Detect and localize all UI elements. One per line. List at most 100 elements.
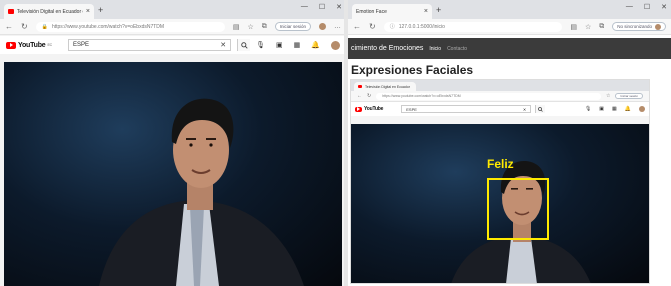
tab-emotion-face[interactable]: Emotion Face × [352, 4, 432, 19]
new-tab-icon[interactable]: + [436, 5, 441, 15]
reader-icon[interactable]: ▤ [233, 23, 240, 31]
youtube-header: YouTube EC ESPE ✕ 🎙 ▣ ▦ 🔔 [0, 36, 346, 54]
country-code: EC [47, 43, 53, 47]
sync-label: No sincronizando [617, 24, 652, 29]
refresh-icon[interactable]: ↻ [21, 22, 28, 31]
window-controls: — ☐ ✕ [626, 3, 667, 11]
window-controls: — ☐ ✕ [301, 3, 342, 11]
youtube-favicon-icon [8, 9, 14, 14]
close-window-icon[interactable]: ✕ [336, 3, 342, 11]
inner-youtube-logo: YouTube [355, 106, 383, 112]
close-tab-icon[interactable]: × [424, 8, 428, 15]
mic-icon: 🎙 [584, 106, 592, 112]
new-tab-icon[interactable]: + [98, 5, 103, 15]
youtube-logo[interactable]: YouTube EC [6, 41, 53, 49]
signin-button[interactable]: Iniciar sesión [274, 22, 311, 31]
url-text: 127.0.0.1:5000/inicio [398, 23, 445, 30]
inner-youtube-header: YouTube ESPE ✕ 🎙 ▣ ▦ 🔔 [351, 102, 649, 116]
inner-url-text: https://www.youtube.com/watch?v=oEbxdsN7… [382, 94, 461, 98]
url-text: https://www.youtube.com/watch?v=oEbxdsN7… [51, 23, 165, 30]
left-browser-window: Televisión Digital en Ecuador en ... × +… [0, 0, 346, 286]
detection-video: Feliz [351, 124, 649, 283]
app-brand[interactable]: cimiento de Emociones [351, 45, 423, 52]
minimize-icon[interactable]: — [301, 3, 308, 11]
favorite-icon[interactable]: ☆ [585, 23, 591, 31]
face-detection-box [487, 178, 549, 240]
tab-title: Emotion Face [356, 8, 387, 15]
sync-status-button[interactable]: No sincronizando [612, 22, 666, 31]
inner-tab: Televisión Digital en Ecuador en ... [354, 82, 416, 91]
close-window-icon[interactable]: ✕ [661, 3, 667, 11]
more-icon[interactable]: … [334, 23, 341, 30]
refresh-icon[interactable]: ↻ [369, 22, 376, 31]
inner-youtube-icons: 🎙 ▣ ▦ 🔔 [585, 106, 645, 112]
bell-icon: 🔔 [624, 106, 631, 112]
address-bar: ← ↻ ⓘ 127.0.0.1:5000/inicio ▤ ☆ ⧉ No sin… [348, 19, 671, 35]
info-icon: ⓘ [389, 24, 395, 30]
collections-icon[interactable]: ⧉ [599, 23, 604, 31]
video-player[interactable] [4, 62, 342, 286]
inner-star-icon: ☆ [606, 93, 611, 99]
tab-title: Televisión Digital en Ecuador en ... [16, 8, 83, 15]
inner-refresh-icon: ↻ [367, 93, 372, 99]
page-title: Expresiones Faciales [351, 63, 474, 77]
address-bar: ← ↻ 🔒 https://www.youtube.com/watch?v=oE… [0, 19, 346, 35]
search-value: ESPE [72, 42, 89, 48]
minimize-icon[interactable]: — [626, 3, 633, 11]
nav-link-contacto[interactable]: Contacto [447, 46, 467, 52]
nav-link-inicio[interactable]: Inicio [429, 46, 441, 52]
inner-signin-pill: Iniciar sesión [615, 93, 643, 99]
youtube-play-icon [355, 106, 362, 112]
close-tab-icon[interactable]: × [86, 8, 90, 15]
youtube-favicon-icon [358, 85, 362, 88]
youtube-header-icons: 🎙 ▣ ▦ 🔔 [256, 40, 340, 50]
favorite-icon[interactable]: ☆ [247, 23, 253, 31]
inner-tab-title: Televisión Digital en Ecuador en ... [365, 84, 411, 89]
inner-avatar [639, 106, 645, 112]
reader-icon[interactable]: ▤ [570, 23, 577, 31]
youtube-logo-text: YouTube [18, 41, 46, 49]
back-icon[interactable]: ← [5, 22, 13, 31]
maximize-icon[interactable]: ☐ [319, 3, 325, 11]
tab-strip: Emotion Face × + — ☐ ✕ [348, 0, 671, 19]
apps-icon[interactable]: ▦ [294, 41, 301, 49]
collections-icon[interactable]: ⧉ [262, 23, 267, 31]
url-field[interactable]: ⓘ 127.0.0.1:5000/inicio [383, 21, 563, 32]
tab-strip: Televisión Digital en Ecuador en ... × +… [0, 0, 346, 19]
inner-youtube-logo-text: YouTube [364, 106, 384, 112]
create-icon: ▣ [599, 106, 605, 112]
url-field[interactable]: 🔒 https://www.youtube.com/watch?v=oEbxds… [35, 21, 225, 32]
search-icon [240, 41, 248, 49]
create-icon[interactable]: ▣ [276, 41, 283, 49]
search-icon [538, 106, 544, 112]
person-video-frame [99, 98, 304, 286]
inner-clear-icon: ✕ [522, 106, 527, 112]
bell-icon[interactable]: 🔔 [311, 41, 320, 49]
youtube-search-input[interactable]: ESPE ✕ [67, 39, 232, 51]
youtube-avatar[interactable] [331, 40, 340, 50]
screen: Televisión Digital en Ecuador en ... × +… [0, 0, 671, 286]
search-button[interactable] [237, 39, 251, 51]
inner-search-value: ESPE [406, 106, 417, 112]
signin-label: Iniciar sesión [279, 24, 306, 29]
right-browser-window: Emotion Face × + — ☐ ✕ ← ↻ ⓘ 127.0.0.1:5… [348, 0, 671, 286]
captured-browser-view: Televisión Digital en Ecuador en ... ← ↻… [350, 79, 650, 284]
app-navbar: cimiento de Emociones Inicio Contacto [348, 38, 671, 59]
profile-avatar [655, 23, 661, 30]
maximize-icon[interactable]: ☐ [644, 3, 650, 11]
inner-address-bar: ← ↻ https://www.youtube.com/watch?v=oEbx… [351, 91, 649, 102]
clear-search-icon[interactable]: ✕ [220, 41, 226, 49]
mic-icon[interactable]: 🎙 [256, 41, 265, 49]
inner-back-icon: ← [357, 93, 362, 99]
lock-icon: 🔒 [41, 23, 48, 30]
back-icon[interactable]: ← [353, 22, 361, 31]
youtube-play-icon [6, 41, 16, 49]
inner-url-field: https://www.youtube.com/watch?v=oEbxdsN7… [376, 92, 601, 100]
apps-icon: ▦ [612, 106, 617, 112]
inner-signin-label: Iniciar sesión [620, 94, 638, 98]
inner-tab-strip: Televisión Digital en Ecuador en ... [351, 80, 649, 91]
tab-youtube[interactable]: Televisión Digital en Ecuador en ... × [4, 4, 94, 19]
inner-search-button [535, 105, 546, 113]
emotion-label: Feliz [487, 157, 514, 171]
profile-avatar[interactable] [319, 23, 326, 30]
